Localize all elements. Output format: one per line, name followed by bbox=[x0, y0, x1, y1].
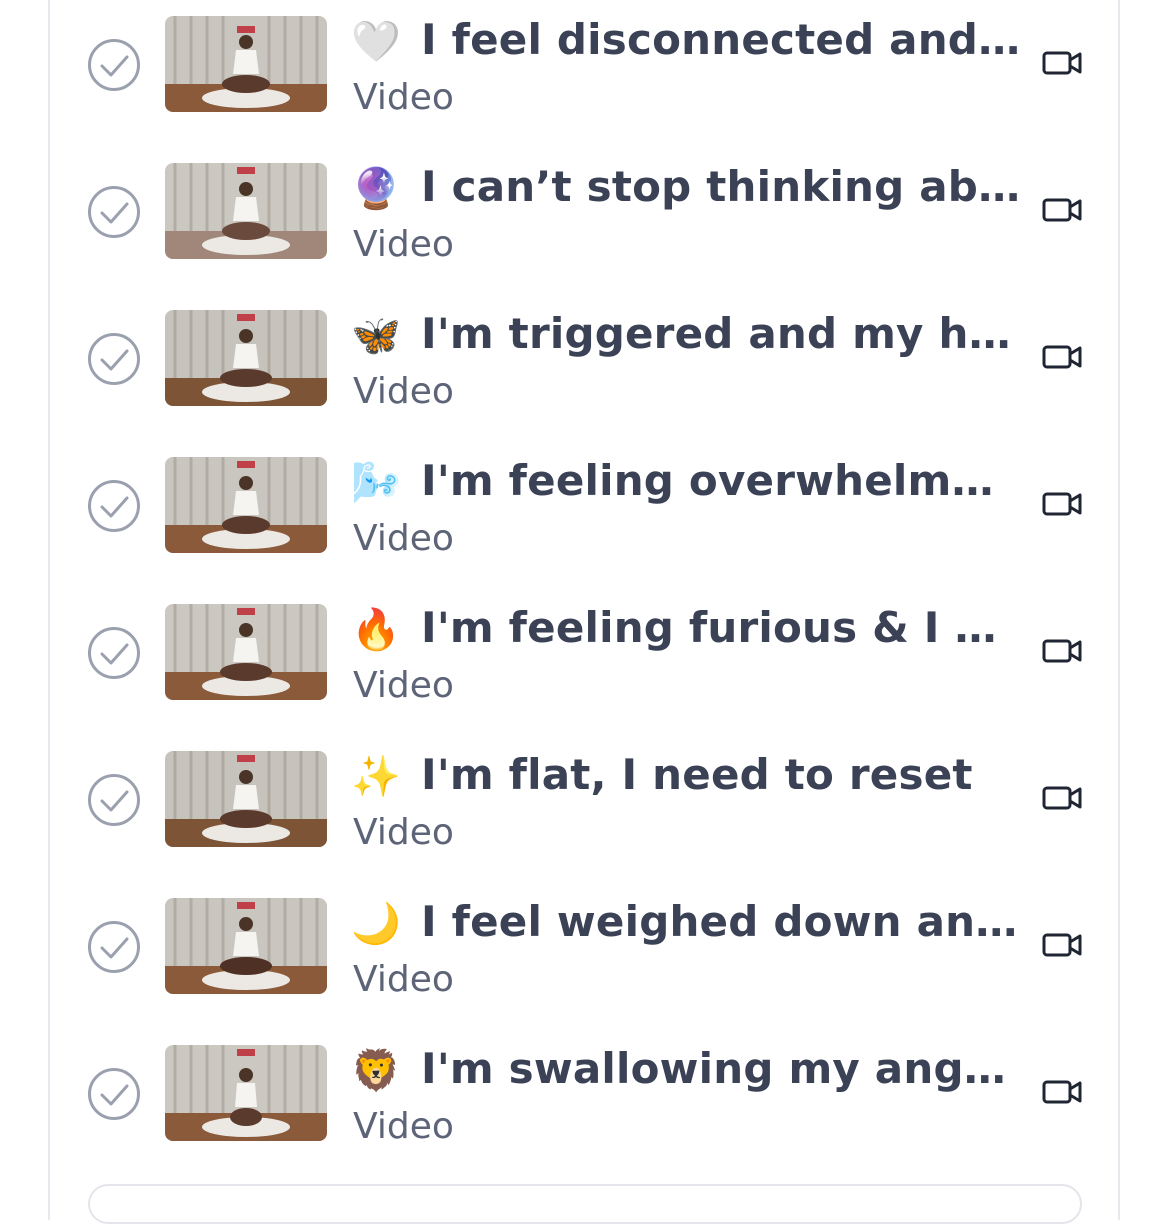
butterfly-emoji: 🦋 bbox=[351, 313, 401, 359]
lesson-item[interactable]: 🦋 I'm triggered and my hea... Video bbox=[0, 308, 1170, 455]
lesson-type-label: Video bbox=[353, 1106, 454, 1147]
next-section-card[interactable] bbox=[88, 1184, 1082, 1224]
video-camera-icon bbox=[1042, 1080, 1082, 1104]
lesson-title[interactable]: I'm flat, I need to reset bbox=[421, 749, 1021, 801]
lesson-title[interactable]: I feel disconnected and I ... bbox=[421, 14, 1021, 66]
lesson-type-label: Video bbox=[353, 665, 454, 706]
lesson-title[interactable]: I feel weighed down and ... bbox=[421, 896, 1021, 948]
fire-emoji: 🔥 bbox=[351, 607, 401, 653]
video-camera-icon bbox=[1042, 492, 1082, 516]
lesson-title[interactable]: I'm triggered and my hea... bbox=[421, 308, 1021, 360]
crescent-moon-emoji: 🌙 bbox=[351, 901, 401, 947]
completed-check-icon[interactable] bbox=[87, 1067, 141, 1121]
lesson-title[interactable]: I can’t stop thinking abo... bbox=[421, 161, 1021, 213]
video-thumbnail[interactable] bbox=[165, 751, 327, 847]
video-thumbnail[interactable] bbox=[165, 16, 327, 112]
completed-check-icon[interactable] bbox=[87, 626, 141, 680]
video-camera-icon bbox=[1042, 933, 1082, 957]
lesson-type-label: Video bbox=[353, 518, 454, 559]
completed-check-icon[interactable] bbox=[87, 38, 141, 92]
video-thumbnail[interactable] bbox=[165, 1045, 327, 1141]
lesson-title[interactable]: I'm feeling overwhelmed ... bbox=[421, 455, 1021, 507]
lesson-item[interactable]: 🔥 I'm feeling furious & I ne... Video bbox=[0, 602, 1170, 749]
completed-check-icon[interactable] bbox=[87, 185, 141, 239]
lesson-title[interactable]: I'm swallowing my anger ... bbox=[421, 1043, 1021, 1095]
video-camera-icon bbox=[1042, 639, 1082, 663]
lesson-type-label: Video bbox=[353, 224, 454, 265]
lesson-item[interactable]: 🌙 I feel weighed down and ... Video bbox=[0, 896, 1170, 1043]
video-camera-icon bbox=[1042, 786, 1082, 810]
completed-check-icon[interactable] bbox=[87, 773, 141, 827]
completed-check-icon[interactable] bbox=[87, 920, 141, 974]
lesson-item[interactable]: 🔮 I can’t stop thinking abo... Video bbox=[0, 161, 1170, 308]
lesson-type-label: Video bbox=[353, 959, 454, 1000]
lesson-item[interactable]: ✨ I'm flat, I need to reset Video bbox=[0, 749, 1170, 896]
completed-check-icon[interactable] bbox=[87, 479, 141, 533]
completed-check-icon[interactable] bbox=[87, 332, 141, 386]
wind-face-emoji: 🌬️ bbox=[351, 460, 401, 506]
video-thumbnail[interactable] bbox=[165, 163, 327, 259]
lesson-item[interactable]: 🤍 I feel disconnected and I ... Video bbox=[0, 14, 1170, 161]
lion-emoji: 🦁 bbox=[351, 1048, 401, 1094]
video-camera-icon bbox=[1042, 198, 1082, 222]
video-camera-icon bbox=[1042, 51, 1082, 75]
video-thumbnail[interactable] bbox=[165, 457, 327, 553]
lesson-type-label: Video bbox=[353, 371, 454, 412]
video-thumbnail[interactable] bbox=[165, 604, 327, 700]
sparkles-emoji: ✨ bbox=[351, 754, 401, 800]
lesson-item[interactable]: 🦁 I'm swallowing my anger ... Video bbox=[0, 1043, 1170, 1190]
white-heart-emoji: 🤍 bbox=[351, 19, 401, 65]
lesson-title[interactable]: I'm feeling furious & I ne... bbox=[421, 602, 1021, 654]
video-thumbnail[interactable] bbox=[165, 898, 327, 994]
lesson-type-label: Video bbox=[353, 812, 454, 853]
lesson-type-label: Video bbox=[353, 77, 454, 118]
video-thumbnail[interactable] bbox=[165, 310, 327, 406]
video-camera-icon bbox=[1042, 345, 1082, 369]
crystal-ball-emoji: 🔮 bbox=[351, 166, 401, 212]
lesson-item[interactable]: 🌬️ I'm feeling overwhelmed ... Video bbox=[0, 455, 1170, 602]
